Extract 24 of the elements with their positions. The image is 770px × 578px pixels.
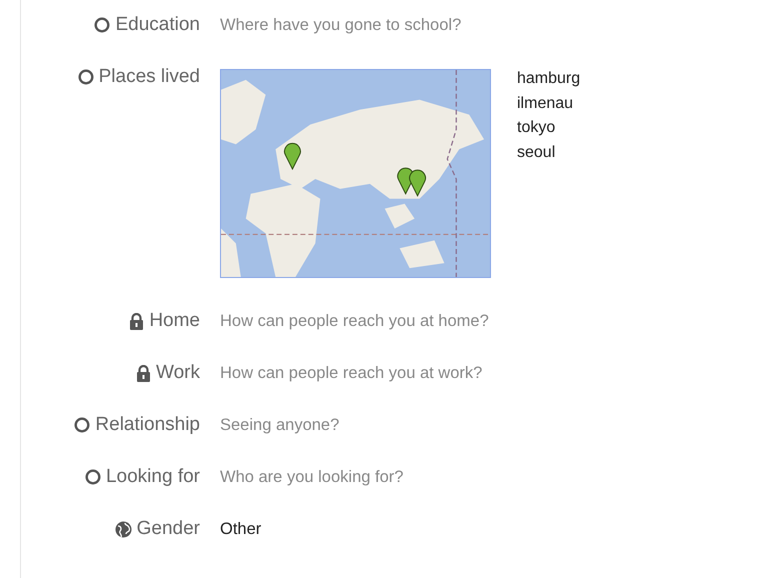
- place-name: hamburg: [517, 69, 580, 89]
- field-label: Places lived: [98, 65, 200, 89]
- field-label: Home: [149, 309, 200, 333]
- field-placeholder[interactable]: How can people reach you at home?: [220, 308, 489, 334]
- place-name: ilmenau: [517, 94, 574, 114]
- field-placeholder[interactable]: Where have you gone to school?: [220, 12, 462, 38]
- field-placeholder[interactable]: Seeing anyone?: [220, 412, 340, 438]
- circle-icon: [84, 469, 101, 485]
- field-placeholder[interactable]: Who are you looking for?: [220, 464, 404, 490]
- field-label: Relationship: [95, 413, 200, 437]
- place-name: seoul: [517, 142, 556, 162]
- field-value[interactable]: Other: [220, 516, 262, 542]
- field-label: Education: [115, 13, 200, 37]
- field-placeholder[interactable]: How can people reach you at work?: [220, 360, 482, 386]
- field-label: Looking for: [106, 465, 200, 489]
- circle-icon: [78, 69, 94, 85]
- field-label: Work: [156, 361, 200, 385]
- lock-icon: [129, 312, 144, 330]
- place-name: tokyo: [517, 118, 556, 138]
- circle-icon: [94, 17, 110, 33]
- field-label: Gender: [136, 517, 200, 541]
- lock-icon: [136, 364, 152, 382]
- globe-icon: [114, 520, 132, 538]
- circle-icon: [74, 417, 90, 433]
